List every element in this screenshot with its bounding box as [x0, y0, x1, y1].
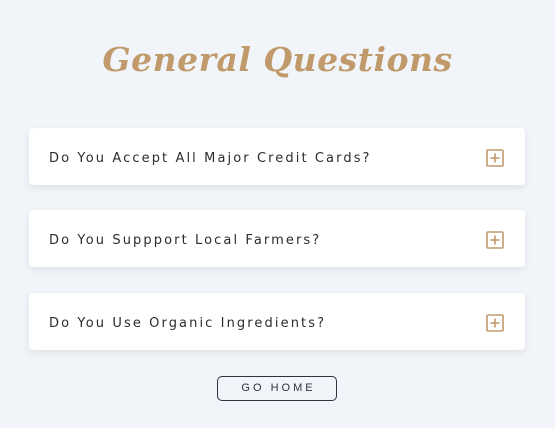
plus-square-icon[interactable]: [486, 314, 504, 332]
go-home-button[interactable]: GO HOME: [217, 376, 337, 401]
page-title: General Questions: [102, 40, 453, 79]
faq-question: Do You Suppport Local Farmers?: [49, 233, 322, 248]
faq-question: Do You Use Organic Ingredients?: [49, 316, 327, 331]
plus-square-icon[interactable]: [486, 231, 504, 249]
plus-square-icon[interactable]: [486, 149, 504, 167]
faq-item[interactable]: Do You Use Organic Ingredients?: [29, 293, 525, 350]
faq-item[interactable]: Do You Suppport Local Farmers?: [29, 210, 525, 267]
faq-item[interactable]: Do You Accept All Major Credit Cards?: [29, 128, 525, 185]
faq-question: Do You Accept All Major Credit Cards?: [49, 151, 372, 166]
